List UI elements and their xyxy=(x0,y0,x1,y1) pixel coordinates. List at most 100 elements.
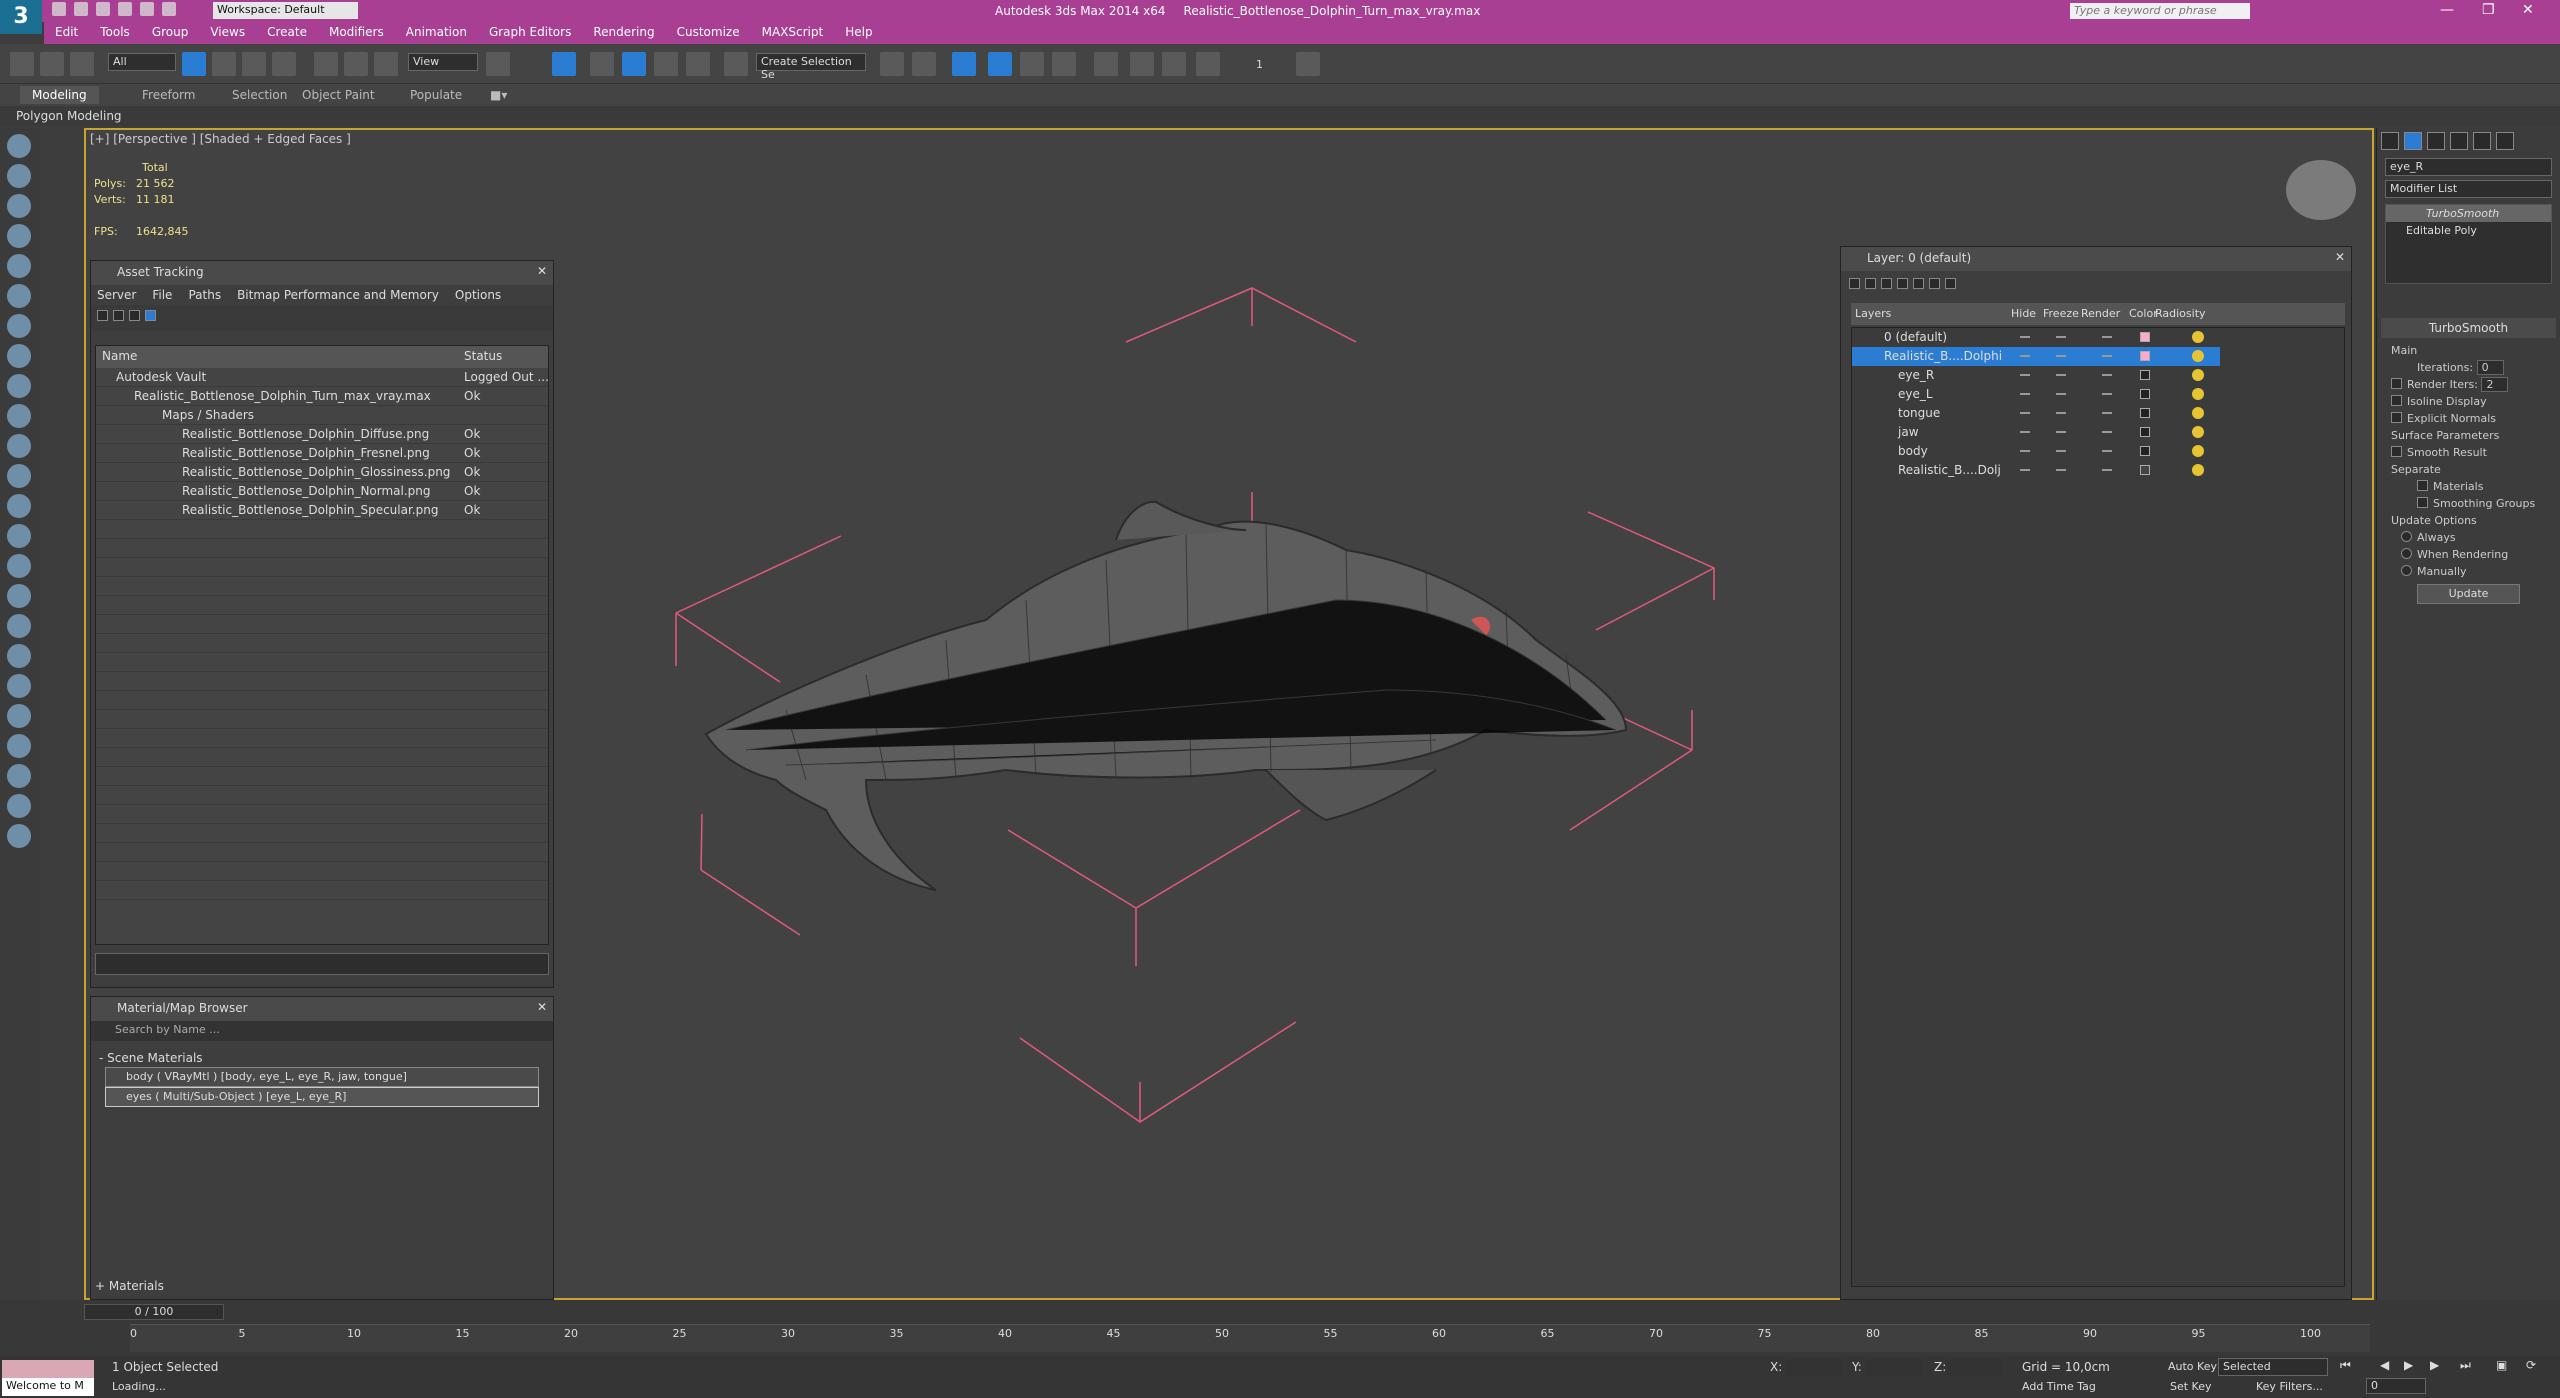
unlink-icon[interactable] xyxy=(40,52,64,76)
explicit-normals-checkbox[interactable] xyxy=(2391,412,2402,423)
trackbar[interactable]: 0 5 10 15 20 25 30 35 40 45 50 55 60 65 70 75 80 85 90 95 10… xyxy=(130,1324,2370,1352)
tab-populate[interactable]: Populate xyxy=(410,88,462,102)
menu-help[interactable]: Help xyxy=(834,22,883,42)
menu-create[interactable]: Create xyxy=(256,22,318,42)
freeze-all-icon[interactable] xyxy=(1945,278,1956,289)
current-frame-input[interactable]: 0 xyxy=(2366,1378,2426,1394)
motion-icon[interactable] xyxy=(7,224,31,248)
redo-icon[interactable] xyxy=(140,2,154,16)
radiosity-icon[interactable] xyxy=(2192,464,2204,476)
box-icon[interactable] xyxy=(7,164,31,188)
biped-icon[interactable] xyxy=(7,644,31,668)
menu-animation[interactable]: Animation xyxy=(395,22,478,42)
when-rendering-radio[interactable] xyxy=(2401,548,2412,559)
material-editor-icon[interactable] xyxy=(1094,52,1118,76)
hair-icon[interactable] xyxy=(7,704,31,728)
z-coord-input[interactable] xyxy=(1946,1358,2002,1376)
asset-path-input[interactable] xyxy=(95,953,549,975)
hide-toggle[interactable] xyxy=(2020,412,2030,414)
rotate-icon[interactable] xyxy=(344,52,368,76)
smoothing-groups-checkbox[interactable] xyxy=(2417,497,2428,508)
utilities-tab-icon[interactable] xyxy=(2496,132,2514,150)
align-icon[interactable] xyxy=(912,52,936,76)
percent-snap-icon[interactable] xyxy=(686,52,710,76)
restore-icon[interactable]: ❐ xyxy=(2482,2,2495,18)
particle-icon[interactable] xyxy=(7,584,31,608)
scene-explorer-icon[interactable] xyxy=(7,764,31,788)
select-manipulate-icon[interactable] xyxy=(552,52,576,76)
asset-menu-server[interactable]: Server xyxy=(97,288,136,302)
next-frame-icon[interactable]: ▶ xyxy=(2430,1358,2439,1372)
help-icon[interactable] xyxy=(7,824,31,848)
table-row[interactable]: Realistic_Bottlenose_Dolphin_Normal.png O… xyxy=(96,482,548,501)
hide-toggle[interactable] xyxy=(2020,374,2030,376)
move-icon[interactable] xyxy=(314,52,338,76)
schematic-view-icon[interactable] xyxy=(1052,52,1076,76)
table-row[interactable]: Realistic_Bottlenose_Dolphin_Glossiness.… xyxy=(96,463,548,482)
table-row[interactable]: Autodesk Vault Logged Out ... xyxy=(96,368,549,387)
previous-frame-icon[interactable]: ◀ xyxy=(2380,1358,2389,1372)
radiosity-icon[interactable] xyxy=(2192,445,2204,457)
radiosity-icon[interactable] xyxy=(2192,369,2204,381)
layer-manager-icon[interactable] xyxy=(952,52,976,76)
tab-selection[interactable]: Selection xyxy=(232,88,287,102)
maxscript-listener[interactable] xyxy=(2,1360,94,1378)
layer-color-swatch[interactable] xyxy=(2140,465,2150,475)
polygon-modeling-label[interactable]: Polygon Modeling xyxy=(16,109,122,123)
render-toggle[interactable] xyxy=(2102,469,2112,471)
tab-object-paint[interactable]: Object Paint xyxy=(302,88,375,102)
tree-icon[interactable] xyxy=(7,674,31,698)
update-button[interactable]: Update xyxy=(2417,584,2520,604)
asset-menu-paths[interactable]: Paths xyxy=(188,288,221,302)
close-icon[interactable]: ✕ xyxy=(2522,2,2534,18)
undo-icon[interactable] xyxy=(118,2,132,16)
render-iters-checkbox[interactable] xyxy=(2391,378,2402,389)
asset-menu-file[interactable]: File xyxy=(152,288,172,302)
turbosmooth-rollout[interactable]: TurboSmooth xyxy=(2381,318,2556,338)
layer-color-swatch[interactable] xyxy=(2140,408,2150,418)
material-search-input[interactable]: Search by Name ... xyxy=(91,1021,553,1041)
layer-color-swatch[interactable] xyxy=(2140,446,2150,456)
menu-customize[interactable]: Customize xyxy=(666,22,751,42)
materials-checkbox[interactable] xyxy=(2417,480,2428,491)
freeze-toggle[interactable] xyxy=(2056,431,2066,433)
bind-space-warp-icon[interactable] xyxy=(70,52,94,76)
highlight-layer-icon[interactable] xyxy=(1913,278,1924,289)
layer-color-swatch[interactable] xyxy=(2140,351,2150,361)
select-by-name-icon[interactable] xyxy=(212,52,236,76)
freeze-toggle[interactable] xyxy=(2056,355,2066,357)
rendered-frame-icon[interactable] xyxy=(1162,52,1186,76)
menu-graph-editors[interactable]: Graph Editors xyxy=(478,22,582,42)
layer-row[interactable]: body xyxy=(1852,442,2220,461)
close-icon[interactable]: ✕ xyxy=(537,1000,547,1014)
sphere-icon[interactable] xyxy=(7,404,31,428)
tab-freeform[interactable]: Freeform xyxy=(142,88,195,102)
layer-row[interactable]: Realistic_B....Dolj xyxy=(1852,461,2220,480)
plane-icon[interactable] xyxy=(7,374,31,398)
col-status[interactable]: Status xyxy=(464,349,502,363)
viewcube-icon[interactable] xyxy=(2286,160,2356,220)
radiosity-icon[interactable] xyxy=(2192,331,2204,343)
hierarchy-tab-icon[interactable] xyxy=(2427,132,2445,150)
radiosity-icon[interactable] xyxy=(2192,426,2204,438)
orbit-icon[interactable]: ⟳ xyxy=(2526,1358,2536,1372)
layer-col-radiosity[interactable]: Radiosity xyxy=(2155,307,2206,320)
maxscript-mini-listener[interactable]: Welcome to M xyxy=(2,1378,94,1396)
new-icon[interactable] xyxy=(52,2,66,16)
create-layer-icon[interactable] xyxy=(1849,278,1860,289)
minimize-icon[interactable]: — xyxy=(2440,2,2454,18)
col-name[interactable]: Name xyxy=(102,349,464,363)
vray-frame-buffer-icon[interactable] xyxy=(1296,52,1320,76)
menu-views[interactable]: Views xyxy=(199,22,256,42)
render-toggle[interactable] xyxy=(2102,374,2112,376)
pivot-center-icon[interactable] xyxy=(486,52,510,76)
project-icon[interactable] xyxy=(162,2,176,16)
render-toggle[interactable] xyxy=(2102,336,2112,338)
display-tab-icon[interactable] xyxy=(2473,132,2491,150)
stack-item-editable-poly[interactable]: Editable Poly xyxy=(2386,222,2551,239)
time-slider[interactable]: 0 / 100 xyxy=(84,1304,224,1320)
viewport-layout-icon[interactable] xyxy=(7,794,31,818)
close-icon[interactable]: ✕ xyxy=(537,264,547,278)
edit-named-selection-icon[interactable] xyxy=(724,52,748,76)
render-toggle[interactable] xyxy=(2102,355,2112,357)
